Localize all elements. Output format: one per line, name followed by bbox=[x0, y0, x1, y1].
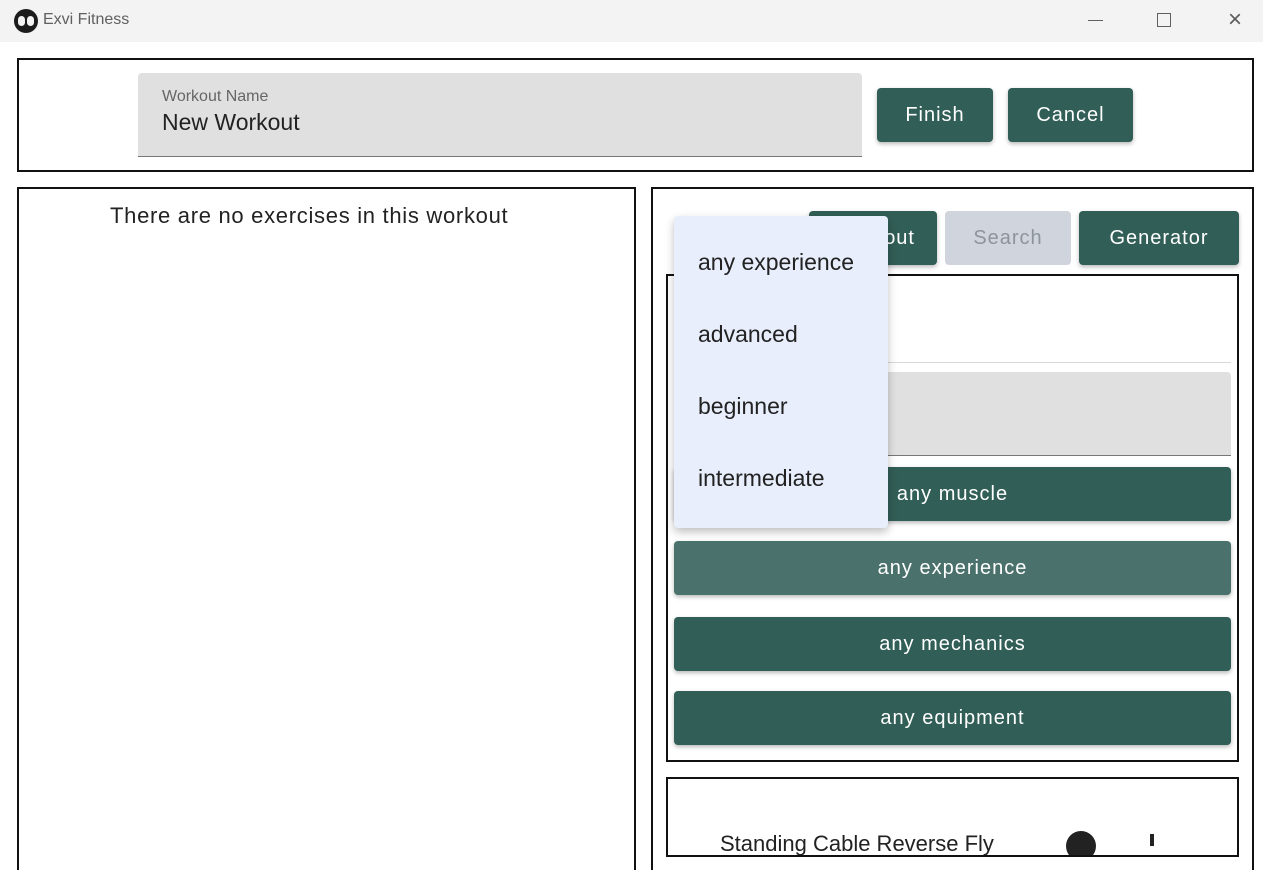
workout-exercises-panel bbox=[17, 187, 636, 870]
workout-name-value[interactable]: New Workout bbox=[162, 109, 300, 136]
dropdown-option-any-experience[interactable]: any experience bbox=[698, 249, 854, 276]
workout-name-label: Workout Name bbox=[162, 88, 269, 105]
minimize-icon bbox=[1088, 20, 1103, 21]
app-window: Exvi Fitness × Workout Name New Workout … bbox=[0, 0, 1263, 870]
exercise-result-name[interactable]: Standing Cable Reverse Fly bbox=[720, 831, 994, 855]
tab-search[interactable]: Search bbox=[945, 211, 1071, 265]
experience-dropdown-menu: any experience advanced beginner interme… bbox=[674, 216, 888, 528]
experience-filter-button[interactable]: any experience bbox=[674, 541, 1231, 595]
title-bar: Exvi Fitness × bbox=[0, 0, 1263, 42]
mechanics-filter-button[interactable]: any mechanics bbox=[674, 617, 1231, 671]
dropdown-option-advanced[interactable]: advanced bbox=[698, 321, 798, 348]
window-title: Exvi Fitness bbox=[43, 11, 130, 28]
tab-generator[interactable]: Generator bbox=[1079, 211, 1239, 265]
finish-button[interactable]: Finish bbox=[877, 88, 993, 142]
equipment-filter-button[interactable]: any equipment bbox=[674, 691, 1231, 745]
dropdown-option-intermediate[interactable]: intermediate bbox=[698, 465, 825, 492]
cancel-button[interactable]: Cancel bbox=[1008, 88, 1133, 142]
maximize-button[interactable] bbox=[1141, 0, 1187, 42]
app-logo-icon bbox=[14, 9, 38, 33]
workout-name-field[interactable]: Workout Name New Workout bbox=[138, 73, 862, 157]
info-icon[interactable] bbox=[1066, 831, 1096, 855]
maximize-icon bbox=[1157, 13, 1171, 27]
minimize-button[interactable] bbox=[1072, 0, 1118, 42]
more-options-icon[interactable] bbox=[1150, 834, 1154, 846]
empty-workout-message: There are no exercises in this workout bbox=[110, 203, 509, 228]
close-window-button[interactable]: × bbox=[1212, 0, 1258, 42]
exercise-result-card[interactable]: Standing Cable Reverse Fly bbox=[666, 777, 1239, 857]
dropdown-option-beginner[interactable]: beginner bbox=[698, 393, 788, 420]
